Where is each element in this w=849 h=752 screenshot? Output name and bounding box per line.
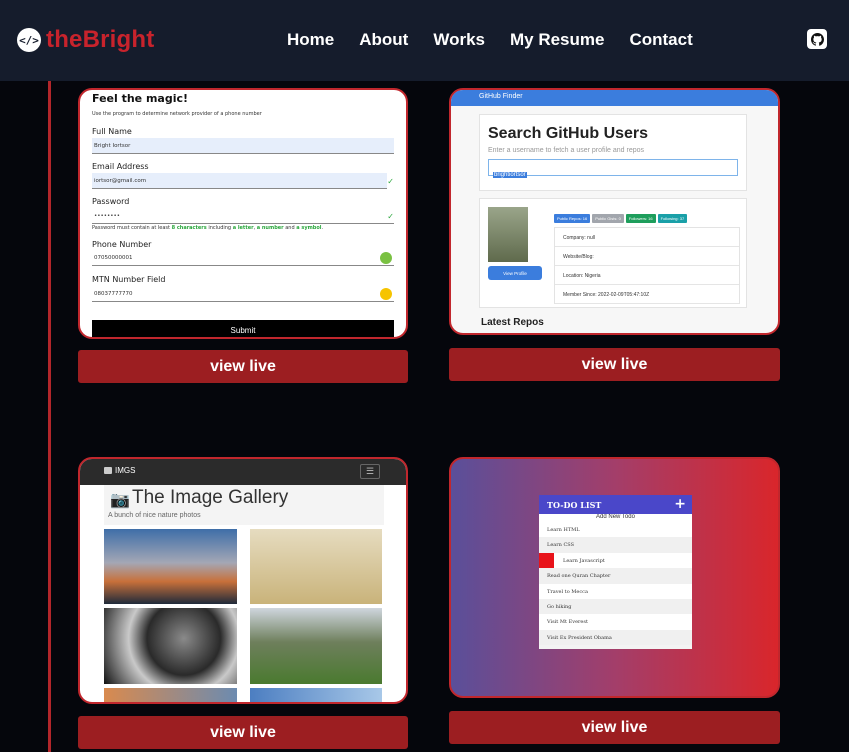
gallery-photo[interactable] [104,608,237,684]
todo-header: TO-DO LIST + [539,495,692,514]
password-row: •••••••• ✓ [92,208,394,224]
todo-item[interactable]: Visit Mt Everest [539,614,692,630]
search-input[interactable]: brightiortsor [488,159,738,178]
detail-website: Website/Blog: [555,247,739,266]
badge-followers: Followers: 16 [625,214,656,223]
detail-company: Company: null [555,228,739,247]
project-card-github[interactable]: GitHub Finder Search GitHub Users Enter … [449,88,780,335]
brand-name: theBright [46,26,155,53]
todo-item-label: Read one Quran Chapter [547,573,611,580]
avatar [488,207,528,262]
todo-title: TO-DO LIST [547,500,602,510]
check-icon: ✓ [387,212,394,221]
gallery-brand: IMGS [115,466,136,475]
check-icon: ✓ [387,177,394,186]
search-panel: Search GitHub Users Enter a username to … [479,114,747,191]
todo-item-label: Visit Mt Everest [547,619,588,626]
camera-icon: 📷 [110,492,130,509]
todo-item[interactable]: Read one Quran Chapter [539,568,692,584]
gallery-photo[interactable] [250,608,382,684]
input-phone[interactable]: 07050000001 [92,250,394,266]
label-password: Password [92,197,130,206]
view-live-button[interactable]: view live [78,350,408,383]
nav-home[interactable]: Home [287,30,334,50]
code-icon: </> [17,28,41,52]
label-mtn: MTN Number Field [92,275,166,284]
hamburger-icon[interactable]: ☰ [360,464,380,479]
mtn-logo-icon [380,288,392,300]
todo-item[interactable]: Learn HTML [539,522,692,538]
detail-location: Location: Nigeria [555,266,739,285]
view-live-button[interactable]: view live [449,348,780,381]
phone-row: 07050000001 [92,250,394,267]
todo-item[interactable]: Visit Ex President Obama [539,629,692,646]
todo-app: TO-DO LIST + Add New Todo Learn HTML Lear… [539,495,692,649]
gallery-heading: The Image Gallery [132,487,289,508]
project-card-todo[interactable]: TO-DO LIST + Add New Todo Learn HTML Lear… [449,457,780,698]
view-live-button[interactable]: view live [78,716,408,749]
todo-item-label: Visit Ex President Obama [547,634,612,641]
nav-menu: Home About Works My Resume Contact [287,30,718,50]
label-phone: Phone Number [92,240,152,249]
badge-gists: Public Gists: 0 [592,214,624,223]
nav-about[interactable]: About [359,30,408,50]
view-profile-button[interactable]: View Profile [488,266,542,280]
trash-icon[interactable] [539,552,554,568]
todo-item-label: Learn CSS [547,542,575,549]
nav-works[interactable]: Works [433,30,485,50]
nav-contact[interactable]: Contact [629,30,692,50]
gallery-header: 📷 The Image Gallery A bunch of nice natu… [104,485,384,525]
project-card-network[interactable]: Feel the magic! Use the program to deter… [78,88,408,339]
input-full-name[interactable]: Bright Iortsor [92,138,394,154]
view-live-button[interactable]: view live [449,711,780,744]
stats-badges: Public Repos: 16 Public Gists: 0 Followers… [554,207,689,225]
latest-repos-heading: Latest Repos [481,317,544,328]
gallery-photo[interactable] [104,688,237,702]
github-icon[interactable] [807,29,827,49]
todo-item-label: Learn HTML [547,527,580,533]
gallery-subheading: A bunch of nice nature photos [108,512,201,519]
submit-button[interactable]: Submit [92,320,394,337]
profile-details: Company: null Website/Blog: Location: Ni… [554,227,740,304]
input-password[interactable]: •••••••• [92,208,394,224]
form-title: Feel the magic! [92,92,189,105]
todo-item[interactable]: Learn Javascript [539,552,692,569]
mtn-row: 08037777770 [92,286,394,303]
todo-item-label: Go hiking [547,603,572,610]
search-heading: Search GitHub Users [488,125,649,142]
brand-logo[interactable]: </> theBright [17,26,154,54]
image-icon [104,467,112,474]
form-subtitle: Use the program to determine network pro… [92,111,262,117]
add-todo-input[interactable]: Add New Todo [539,514,692,522]
label-full-name: Full Name [92,127,132,136]
nav-resume[interactable]: My Resume [510,30,604,50]
badge-repos: Public Repos: 16 [554,214,591,223]
email-row: iortsor@gmail.com ✓ [92,173,394,190]
add-icon[interactable]: + [674,496,686,512]
detail-member-since: Member Since: 2022-02-09T05:47:10Z [555,285,739,304]
label-email: Email Address [92,162,149,171]
input-email[interactable]: iortsor@gmail.com [92,173,387,189]
todo-item[interactable]: Travel to Mecca [539,583,692,599]
todo-item-label: Learn Javascript [563,557,605,564]
github-finder-bar: GitHub Finder [451,90,778,106]
badge-following: Following: 37 [657,214,688,223]
timeline-line [48,81,51,752]
input-mtn[interactable]: 08037777770 [92,286,394,302]
gallery-photo[interactable] [250,688,382,702]
gallery-photo[interactable] [104,529,237,604]
todo-item[interactable]: Learn CSS [539,537,692,553]
search-subheading: Enter a username to fetch a user profile… [488,147,645,154]
project-card-gallery[interactable]: IMGS ☰ 📷 The Image Gallery A bunch of ni… [78,457,408,704]
profile-panel: View Profile Public Repos: 16 Public Gist… [479,198,747,308]
todo-item[interactable]: Go hiking [539,598,692,615]
todo-item-label: Travel to Mecca [547,588,588,595]
provider-logo-icon [380,252,392,264]
navbar: </> theBright Home About Works My Resume… [0,0,849,81]
gallery-photo[interactable] [250,529,382,604]
gallery-navbar: IMGS ☰ [80,459,406,485]
todo-list: Learn HTML Learn CSS Learn Javascript Read … [539,522,692,646]
password-hint: Password must contain at least 8 charact… [92,225,324,231]
